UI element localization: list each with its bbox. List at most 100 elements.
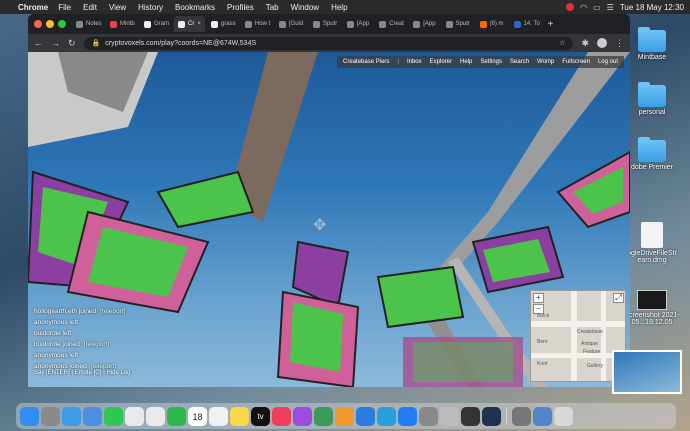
back-icon[interactable]: ← (34, 38, 43, 48)
menu-profiles[interactable]: Profiles (227, 3, 254, 12)
desktop-icon-dmg[interactable]: ogleDriveFileStr eam.dmg (622, 222, 682, 264)
nav-womp[interactable]: Womp (537, 59, 554, 65)
nav-help[interactable]: Help (460, 59, 472, 65)
trash-icon[interactable] (554, 406, 573, 426)
app-menu-chrome[interactable]: Chrome (18, 3, 48, 12)
url-field[interactable]: 🔒 cryptovoxels.com/play?coords=NE@674W,5… (83, 36, 574, 50)
menubar: Chrome File Edit View History Bookmarks … (0, 0, 690, 14)
lock-icon[interactable]: 🔒 (92, 39, 101, 47)
telegram-icon[interactable] (377, 406, 396, 426)
photoshop-icon[interactable] (482, 406, 501, 426)
menu-tab[interactable]: Tab (266, 3, 279, 12)
desktop-icon-premier[interactable]: dobe Premier (622, 137, 682, 171)
teleport-link[interactable]: [teleport] (100, 308, 125, 315)
control-center-icon[interactable]: ☰ (607, 3, 614, 12)
nav-inbox[interactable]: Inbox (407, 59, 422, 65)
clock[interactable]: Tue 18 May 12:30 (620, 3, 684, 12)
tab-sputnik-2[interactable]: Sputr (442, 16, 474, 32)
calendar-icon[interactable]: 18 (188, 406, 207, 426)
tab-sputnik-1[interactable]: Sputr (309, 16, 341, 32)
extensions-icon[interactable]: ✱ (581, 38, 589, 49)
zoom-window-button[interactable] (58, 20, 66, 28)
launchpad-icon[interactable] (41, 406, 60, 426)
screenshot-thumbnail[interactable] (612, 350, 682, 394)
teleport-link[interactable]: [teleport] (91, 363, 116, 370)
nav-settings[interactable]: Settings (480, 59, 502, 65)
menu-edit[interactable]: Edit (83, 3, 97, 12)
mail-icon[interactable] (83, 406, 102, 426)
tab-create[interactable]: Creat (375, 16, 407, 32)
nav-search[interactable]: Search (510, 59, 529, 65)
tab-howto[interactable]: How t (241, 16, 273, 32)
safari-icon[interactable] (62, 406, 81, 426)
tab-grass[interactable]: grass (207, 16, 239, 32)
desktop-icon-screenshot[interactable]: Screenshot 2021-05...18.12.05 (622, 290, 682, 326)
chat-footer-hint[interactable]: Say [ENTER] | Emote [G] | Hide Log (34, 370, 131, 376)
chat-text: anonymous left (34, 352, 79, 359)
app-store-icon[interactable] (398, 406, 417, 426)
music-icon[interactable] (272, 406, 291, 426)
new-tab-button[interactable]: + (548, 19, 554, 30)
tab-14-to[interactable]: 14. To (510, 16, 542, 32)
wifi-icon[interactable]: ◠ (580, 3, 587, 12)
nav-fullscreen[interactable]: Fullscreen (562, 59, 590, 65)
minimized-window-icon[interactable] (512, 406, 531, 426)
map-label: Createbase (577, 329, 603, 335)
podcasts-icon[interactable] (293, 406, 312, 426)
downloads-stack-icon[interactable] (533, 406, 552, 426)
numbers-icon[interactable] (314, 406, 333, 426)
tab-favicon (244, 20, 252, 28)
preview-icon[interactable] (440, 406, 459, 426)
teleport-link[interactable]: [teleport] (84, 341, 109, 348)
menu-history[interactable]: History (138, 3, 163, 12)
system-preferences-icon[interactable] (419, 406, 438, 426)
messages-icon[interactable] (104, 406, 123, 426)
reload-icon[interactable]: ↻ (68, 38, 76, 49)
nav-createbase-piers[interactable]: Createbase Piers (343, 59, 389, 65)
nav-explorer[interactable]: Explorer (430, 59, 452, 65)
terminal-icon[interactable] (461, 406, 480, 426)
map-expand-icon[interactable]: ⤢ (613, 293, 624, 303)
map-zoom-in-button[interactable]: + (533, 293, 544, 303)
tab-guide[interactable]: [Guid (275, 16, 307, 32)
game-nav-bar: Createbase Piers | Inbox Explorer Help S… (337, 56, 624, 68)
tv-icon[interactable]: tv (251, 406, 270, 426)
desktop-icon-personal[interactable]: personal (622, 82, 682, 116)
finder-icon[interactable] (20, 406, 39, 426)
chrome-icon[interactable] (146, 406, 165, 426)
notes-icon[interactable] (230, 406, 249, 426)
close-tab-icon[interactable]: × (197, 21, 201, 27)
dock: 18 tv (16, 403, 676, 429)
recording-icon[interactable] (566, 3, 575, 11)
tab-notifications[interactable]: (6) m (476, 16, 508, 32)
menu-help[interactable]: Help (331, 3, 347, 12)
menu-file[interactable]: File (58, 3, 71, 12)
close-window-button[interactable] (34, 20, 42, 28)
map-zoom-out-button[interactable]: − (533, 304, 544, 314)
battery-icon[interactable]: ▭ (593, 3, 601, 12)
tab-app-2[interactable]: [App (409, 16, 439, 32)
photos-icon[interactable] (125, 406, 144, 426)
tab-gram[interactable]: Gram (140, 16, 172, 32)
chrome-window: Notes Mintb Gram Cr × grass How t [Guid S… (28, 14, 630, 387)
menu-window[interactable]: Window (291, 3, 319, 12)
tab-notes[interactable]: Notes (72, 16, 104, 32)
reminders-icon[interactable] (209, 406, 228, 426)
bookmark-star-icon[interactable]: ☆ (559, 39, 565, 47)
minimize-window-button[interactable] (46, 20, 54, 28)
tab-cryptovoxels[interactable]: Cr × (174, 16, 205, 32)
nav-logout[interactable]: Log out (598, 59, 618, 65)
desktop-icon-mintbase[interactable]: Mintbase (622, 27, 682, 61)
profile-avatar[interactable] (597, 38, 607, 48)
tab-app-1[interactable]: [App (343, 16, 373, 32)
tab-mintbase[interactable]: Mintb (106, 16, 138, 32)
pages-icon[interactable] (335, 406, 354, 426)
folder-icon (638, 82, 666, 107)
forward-icon[interactable]: → (51, 38, 60, 48)
menu-bookmarks[interactable]: Bookmarks (175, 3, 215, 12)
chrome-menu-icon[interactable]: ⋮ (615, 38, 624, 49)
menu-view[interactable]: View (109, 3, 126, 12)
keynote-icon[interactable] (356, 406, 375, 426)
facetime-icon[interactable] (167, 406, 186, 426)
game-viewport[interactable]: ✥ Createbase Piers | Inbox Explorer Help… (28, 52, 630, 387)
